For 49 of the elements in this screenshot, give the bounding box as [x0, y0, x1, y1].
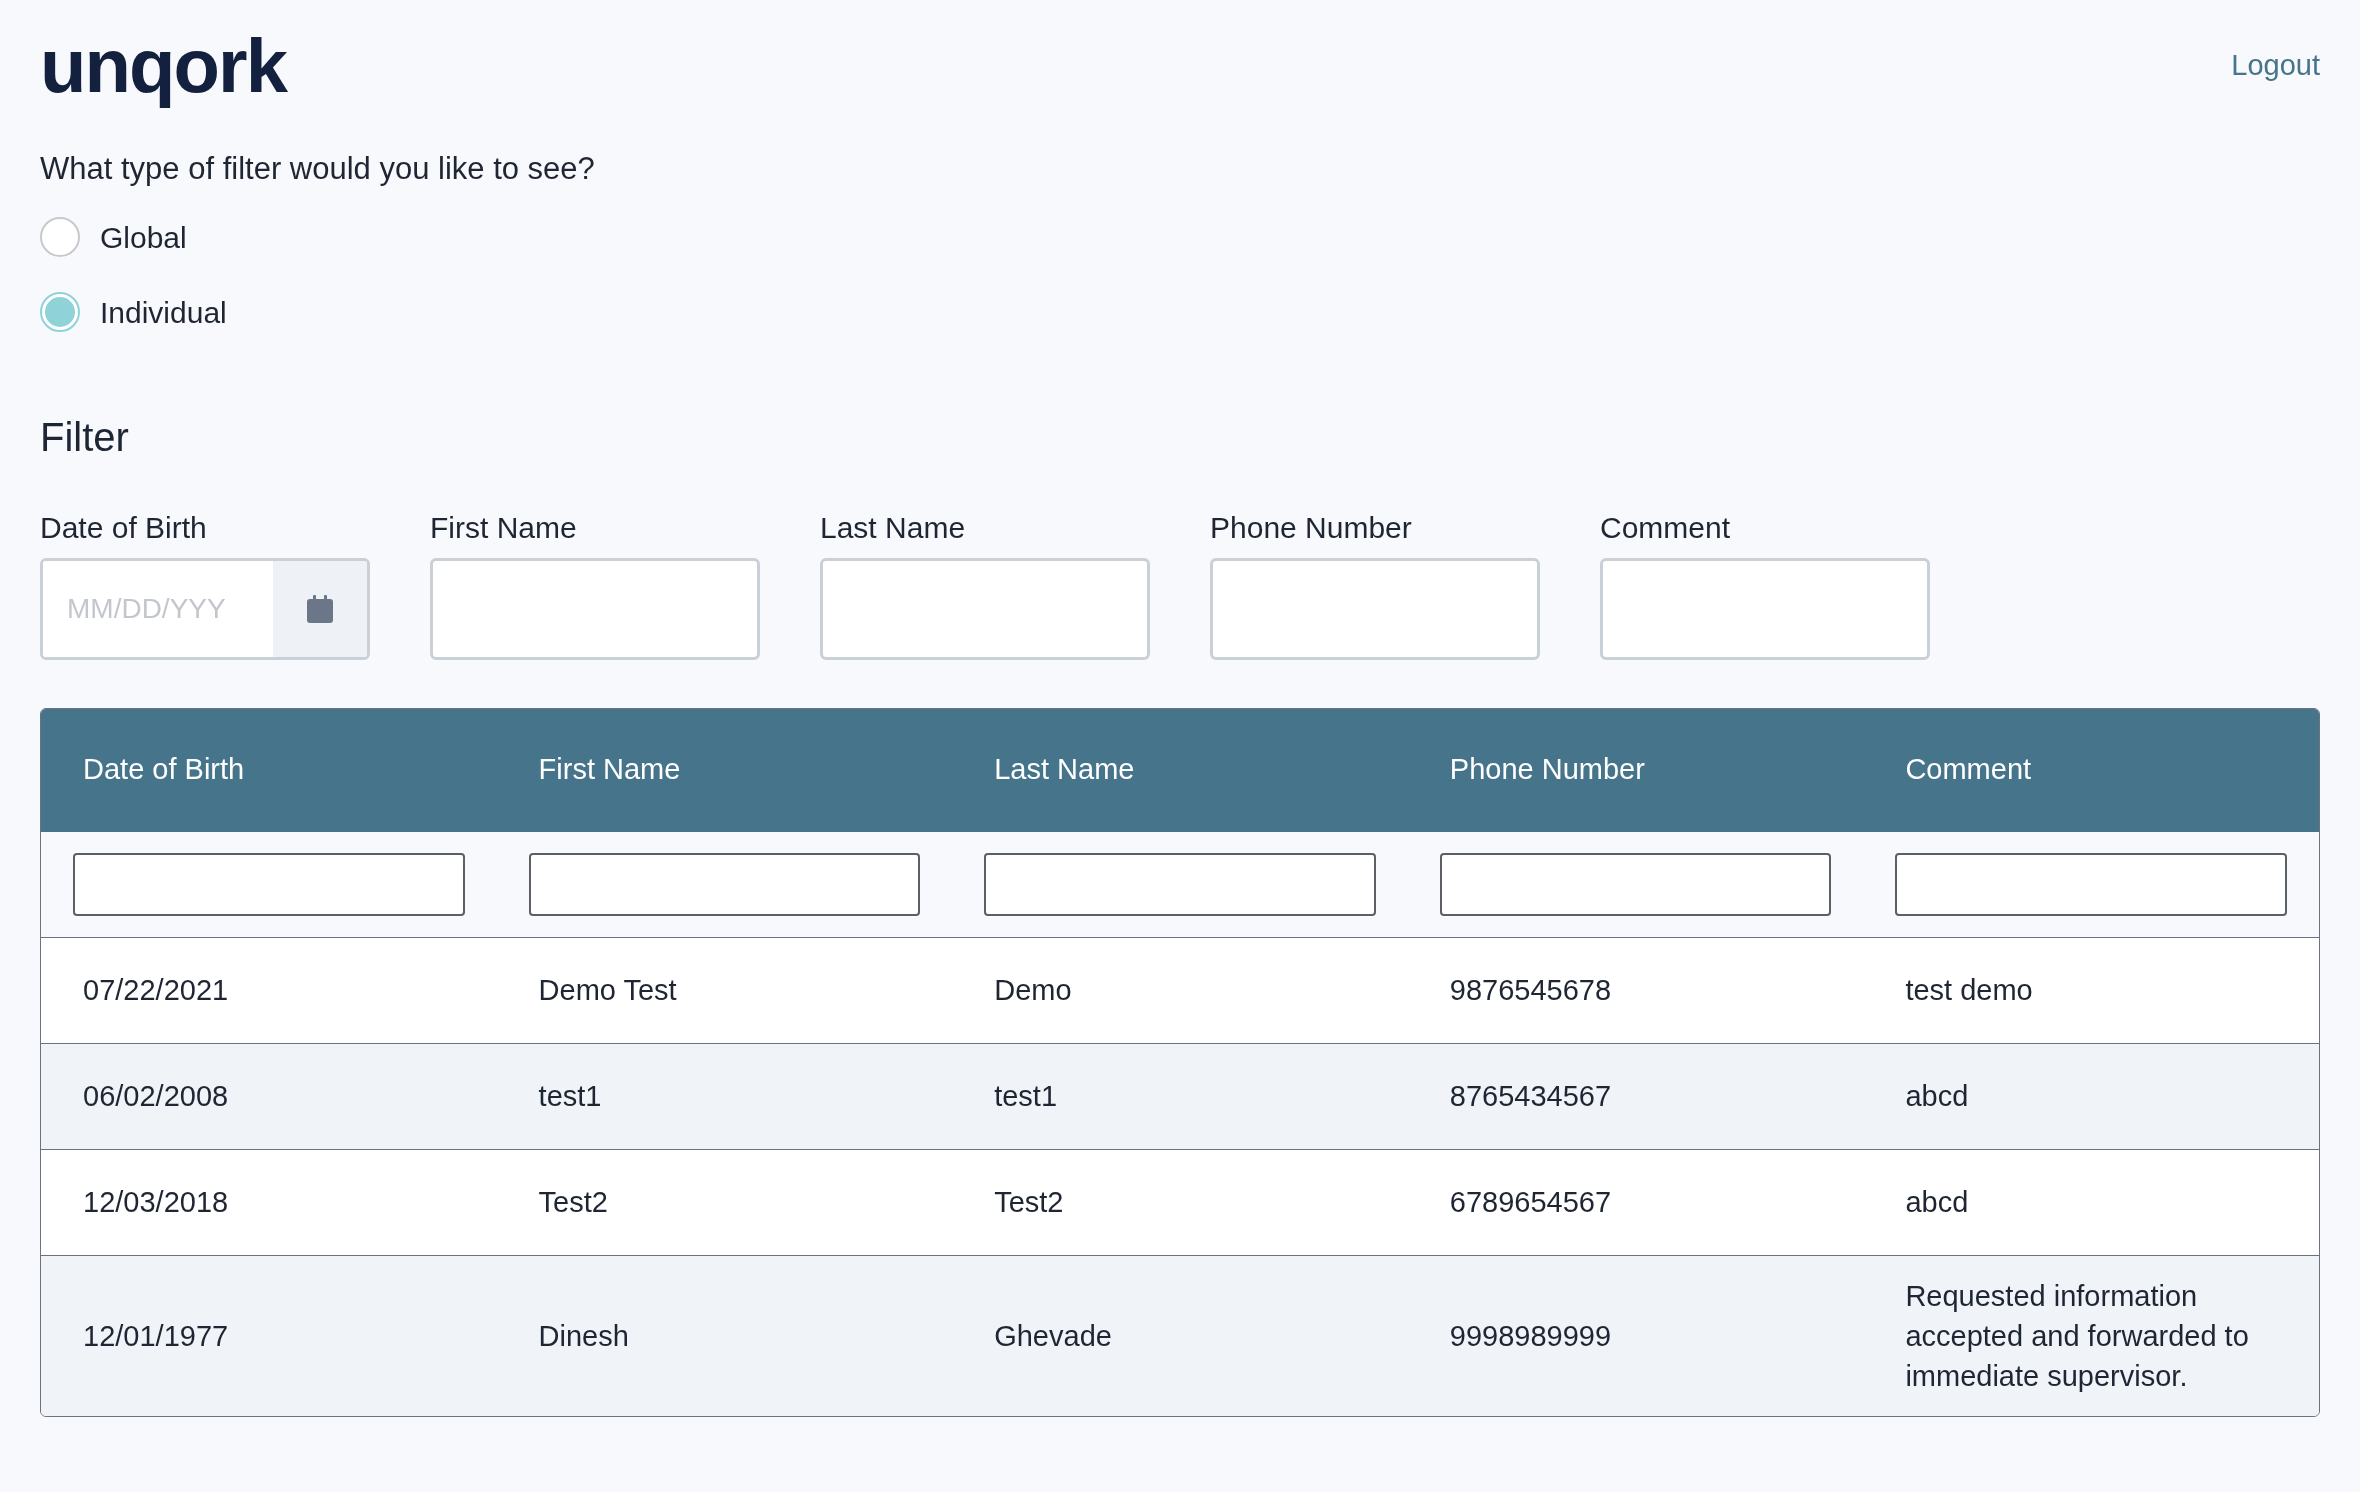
column-filter-field[interactable]: [984, 852, 1376, 916]
field-label: First Name: [430, 509, 578, 546]
logout-link[interactable]: Logout: [2231, 44, 2320, 88]
column-header[interactable]: First Name: [496, 748, 953, 792]
table-cell-text: 12/03/2018: [82, 1185, 230, 1220]
calendar-icon: [307, 594, 333, 623]
table-cell-text: test1: [537, 1079, 603, 1114]
radio-button[interactable]: [40, 217, 80, 257]
field-label: Last Name: [820, 509, 967, 546]
table-cell-text: test1: [993, 1079, 1059, 1114]
column-filter-field[interactable]: [73, 852, 465, 916]
table-cell-text: 07/22/2021: [82, 973, 230, 1008]
field-label: Date of Birth: [40, 509, 208, 546]
table-cell-text: abcd: [1904, 1079, 1970, 1114]
table-cell-text: 9998989999: [1448, 1318, 1613, 1354]
radio-button[interactable]: [40, 292, 80, 332]
filter-question: What type of filter would you like to see?: [40, 150, 596, 188]
table-cell-text: 12/01/1977: [82, 1318, 230, 1354]
input-field[interactable]: [1600, 557, 1930, 660]
table-cell-text: abcd: [1904, 1185, 1970, 1220]
field-label: Comment: [1600, 509, 1732, 546]
column-header[interactable]: Last Name: [952, 748, 1408, 792]
column-header[interactable]: Comment: [1863, 748, 2319, 792]
table-cell-text: 06/02/2008: [82, 1079, 230, 1114]
table-cell-text: Demo Test: [537, 973, 678, 1008]
column-filter-field[interactable]: [528, 852, 921, 916]
table-cell-text: Dinesh: [537, 1318, 630, 1354]
input-field[interactable]: [1210, 557, 1540, 660]
filter-heading: Filter: [40, 413, 130, 461]
table-cell-text: 8765434567: [1448, 1079, 1613, 1114]
calendar-button[interactable]: [273, 560, 367, 657]
table-cell-text: Demo: [993, 973, 1073, 1008]
column-header[interactable]: Date of Birth: [41, 748, 497, 792]
table-cell-text: 9876545678: [1448, 973, 1613, 1008]
table-cell-text: Requested information accepted and forwarded to immediate supervisor.: [1904, 1278, 2250, 1394]
radio-option[interactable]: Individual: [40, 289, 2320, 335]
date-field[interactable]: MM/DD/YYY: [40, 557, 370, 660]
table-cell-text: Test2: [993, 1185, 1065, 1220]
column-header[interactable]: Phone Number: [1407, 748, 1864, 792]
table-cell-text: test demo: [1904, 973, 2034, 1008]
input-field[interactable]: [820, 557, 1150, 660]
field-label: Phone Number: [1210, 509, 1413, 546]
column-filter-field[interactable]: [1439, 852, 1832, 916]
table-cell-text: Test2: [537, 1185, 609, 1220]
input-field[interactable]: [430, 557, 760, 660]
table-cell-text: Ghevade: [993, 1318, 1113, 1354]
column-filter-field[interactable]: [1895, 852, 2287, 916]
radio-option[interactable]: Global: [40, 214, 2320, 260]
table-cell-text: 6789654567: [1448, 1185, 1613, 1220]
